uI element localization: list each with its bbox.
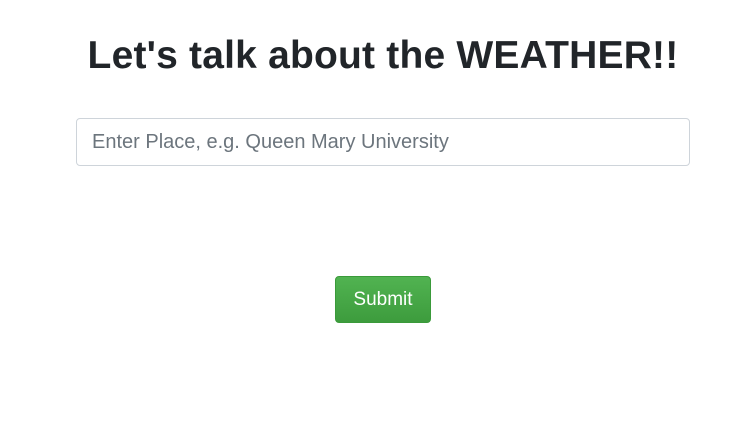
submit-button[interactable]: Submit — [335, 276, 431, 323]
place-input[interactable] — [76, 118, 690, 166]
page-title: Let's talk about the WEATHER!! — [87, 34, 679, 77]
